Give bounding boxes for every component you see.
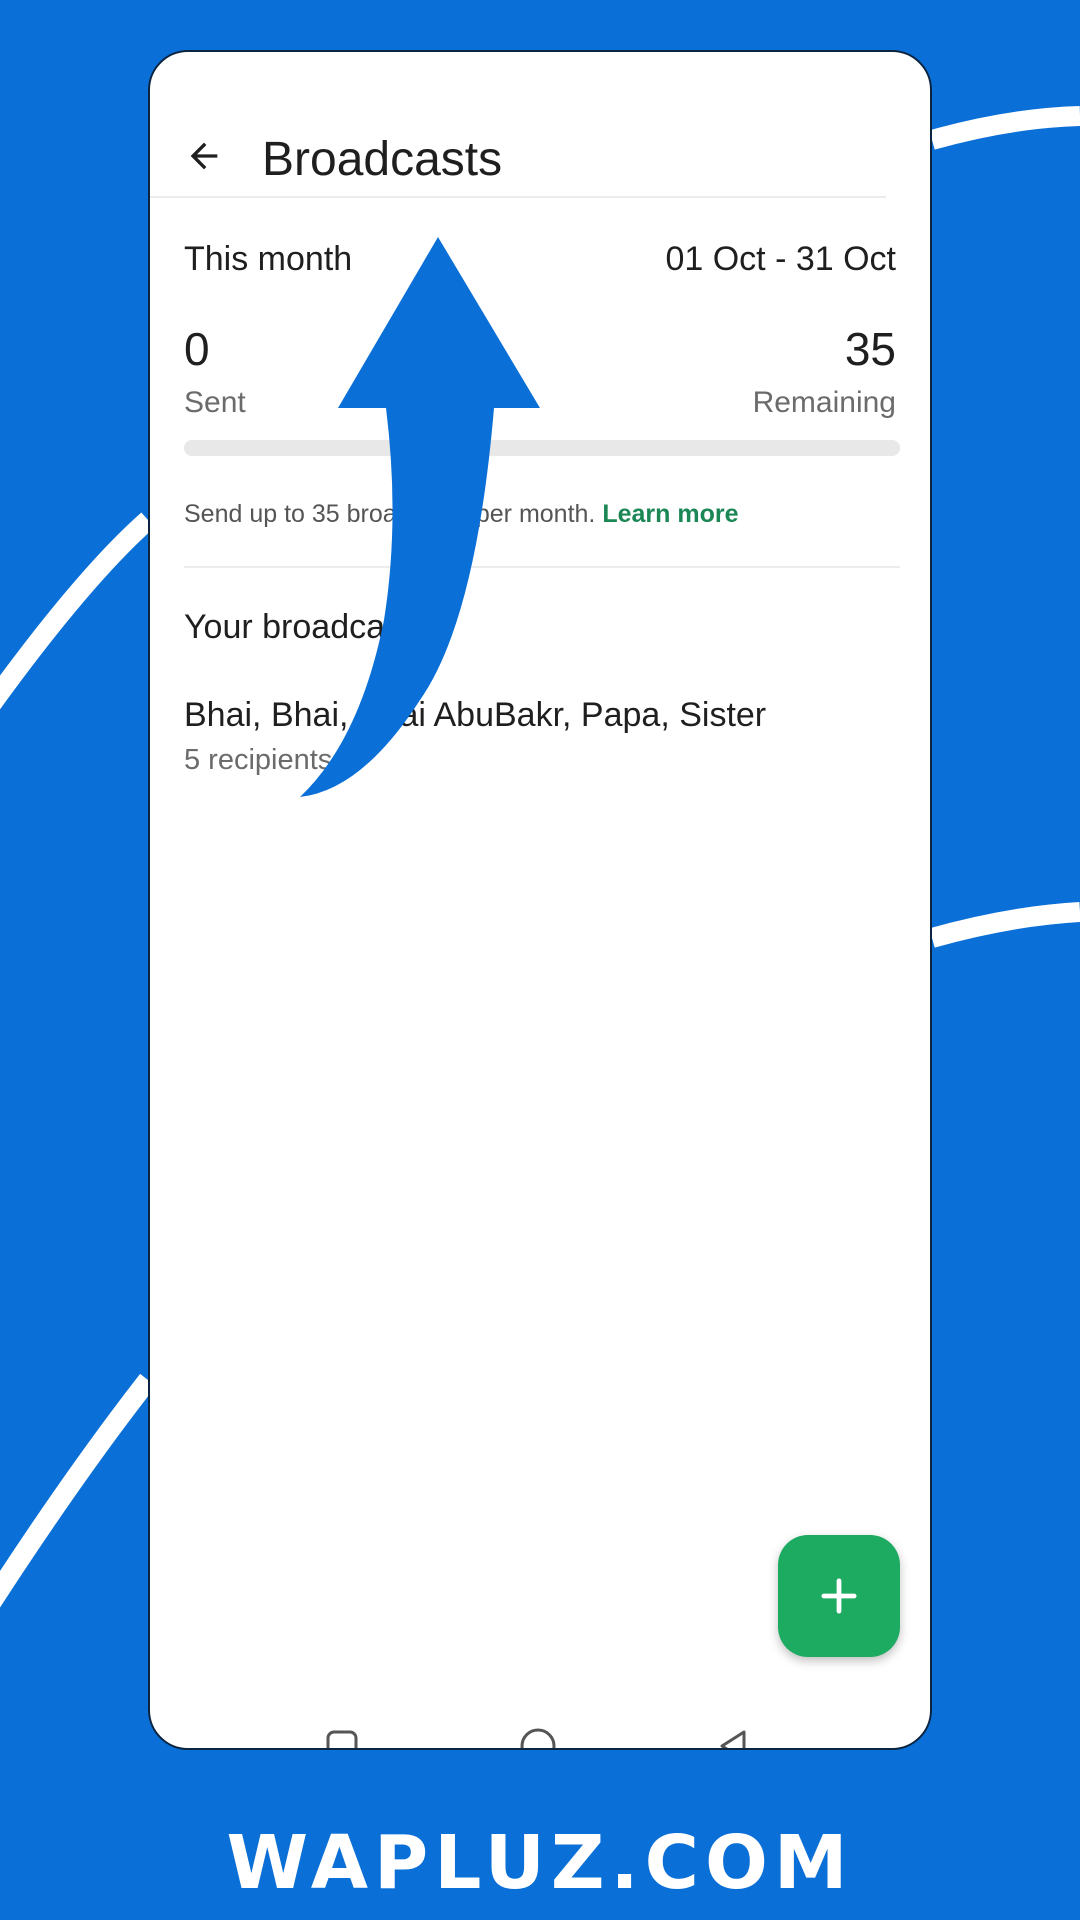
section-divider [184,566,900,568]
period-range: 01 Oct - 31 Oct [665,240,896,278]
info-text: Send up to 35 broadcasts per month. Lear… [184,500,739,529]
arrow-left-icon [190,142,218,170]
broadcast-list-item[interactable]: Bhai, Bhai, Bhai AbuBakr, Papa, Sister 5… [150,682,930,802]
period-label: This month [184,240,353,278]
remaining-label: Remaining [752,386,896,419]
broadcast-recipients: 5 recipients [184,744,333,776]
broadcast-name: Bhai, Bhai, Bhai AbuBakr, Papa, Sister [184,696,767,734]
back-button[interactable] [176,128,232,184]
section-title: Your broadcasts [184,608,429,646]
system-nav-bar [150,1712,930,1750]
info-message: Send up to 35 broadcasts per month. [184,500,596,528]
remaining-count: 35 [844,323,896,375]
plus-icon [821,1578,857,1614]
watermark-text: WAPLUZ.COM [226,1820,854,1906]
stage: Broadcasts This month 01 Oct - 31 Oct 0 … [0,0,1080,1920]
page-title: Broadcasts [262,133,503,186]
phone-screen: Broadcasts This month 01 Oct - 31 Oct 0 … [148,50,932,1750]
new-broadcast-button[interactable] [778,1535,900,1657]
home-circle-icon[interactable] [516,1724,560,1750]
sent-count: 0 [184,323,210,375]
recents-square-icon[interactable] [320,1724,364,1750]
learn-more-link[interactable]: Learn more [602,500,738,528]
sent-label: Sent [184,386,246,419]
app-bar: Broadcasts [150,52,930,198]
back-triangle-icon[interactable] [712,1724,756,1750]
usage-progress-bar [184,440,900,456]
header-divider [150,196,886,198]
